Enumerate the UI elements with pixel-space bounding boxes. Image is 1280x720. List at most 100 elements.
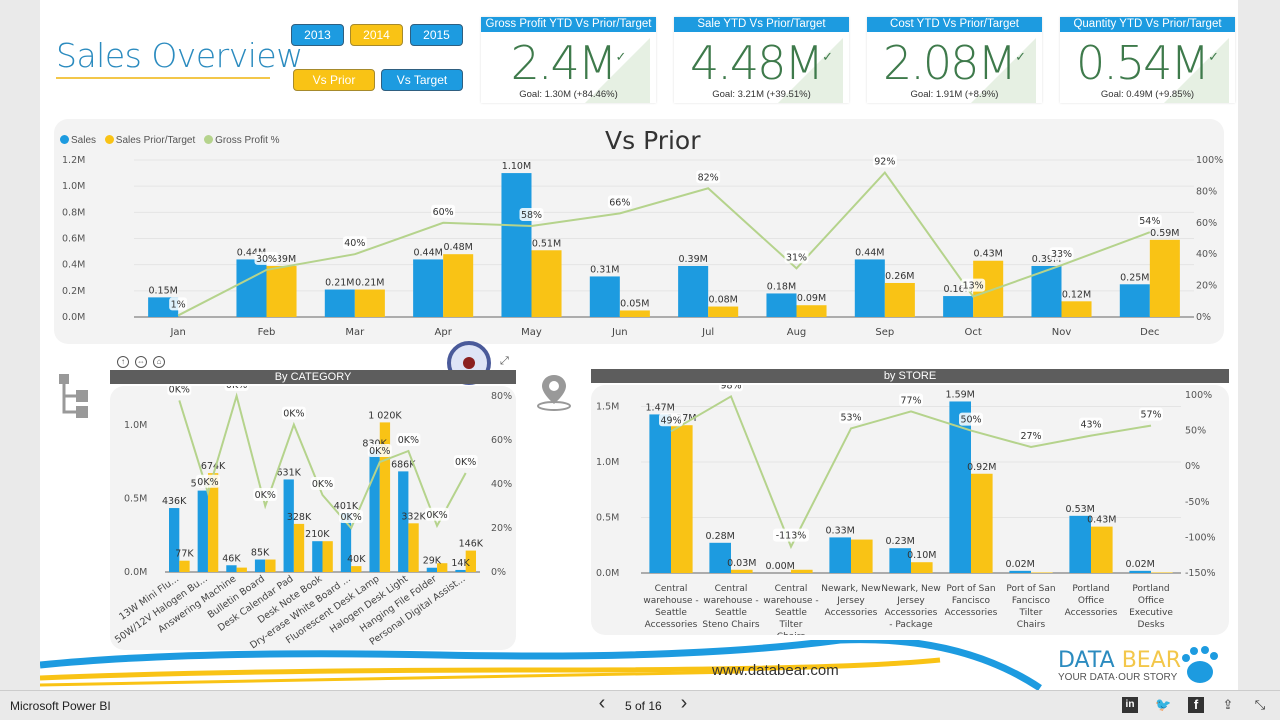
bar-sales bbox=[369, 450, 380, 572]
y2-tick-label: 50% bbox=[1185, 426, 1206, 437]
exit-fullscreen-icon[interactable]: ⤡ bbox=[1252, 697, 1268, 713]
x-tick-label: warehouse - bbox=[643, 596, 698, 606]
x-tick-label: warehouse - bbox=[703, 596, 758, 606]
data-label-prior: 0.12M bbox=[1062, 289, 1091, 300]
vs-target-button[interactable]: Vs Target bbox=[381, 69, 463, 91]
data-label-prior: 0.48M bbox=[444, 242, 473, 253]
x-tick-label: Accessories bbox=[825, 608, 878, 618]
bar-sales bbox=[455, 569, 466, 572]
next-page-button[interactable]: › bbox=[676, 693, 692, 713]
check-icon: ✓ bbox=[615, 50, 627, 65]
check-icon: ✓ bbox=[1015, 50, 1027, 65]
monthly-sales-chart[interactable]: 0.0M 0.2M 0.4M 0.6M 0.8M 1.0M 1.2M 0% 20% 40% 60% 8… bbox=[54, 150, 1238, 345]
x-tick-label: Newark, New bbox=[821, 584, 880, 594]
data-label-sales: 85K bbox=[251, 548, 270, 559]
line-data-label: 0K% bbox=[312, 479, 333, 490]
store-chart[interactable]: 0.0M 0.5M 1.0M 1.5M -150% -100% -50% 0% 50% 100% 1… bbox=[591, 385, 1231, 635]
year-2013-button[interactable]: 2013 bbox=[291, 24, 344, 46]
bar-sales bbox=[829, 537, 851, 573]
line-data-label: 66% bbox=[609, 197, 630, 208]
x-tick-label: Steno Chairs bbox=[702, 620, 760, 630]
logo-tagline: YOUR DATA·OUR STORY bbox=[1058, 672, 1178, 683]
kpi-value: 2.08M bbox=[882, 36, 1017, 90]
kpi-card-gross-profit[interactable]: Gross Profit YTD Vs Prior/Target 2.4M✓ G… bbox=[481, 17, 656, 103]
line-data-label: 0K% bbox=[369, 446, 390, 457]
kpi-value-wrap: 2.08M✓ bbox=[867, 36, 1042, 90]
x-tick-label: Fancisco bbox=[1012, 596, 1051, 606]
data-label-sales: 0.15M bbox=[148, 285, 177, 296]
data-label-sales: 14K bbox=[451, 558, 470, 569]
kpi-card-sales[interactable]: Sale YTD Vs Prior/Target 4.48M✓ Goal: 3.… bbox=[674, 17, 849, 103]
data-label-prior: 0.26M bbox=[885, 271, 914, 282]
legend-prior[interactable]: Sales Prior/Target bbox=[104, 135, 195, 146]
kpi-title: Quantity YTD Vs Prior/Target bbox=[1060, 17, 1235, 32]
data-label-prior: 0.43M bbox=[1087, 515, 1116, 526]
facebook-icon[interactable]: f bbox=[1188, 697, 1204, 713]
expand-all-icon[interactable]: ⇔ bbox=[135, 356, 147, 368]
footer-url[interactable]: www.databear.com bbox=[712, 662, 839, 679]
line-data-label: -113% bbox=[776, 531, 807, 542]
line-data-label: 31% bbox=[786, 252, 807, 263]
drill-up-icon[interactable]: ↑ bbox=[117, 356, 129, 368]
focus-mode-icon[interactable]: ⤢ bbox=[500, 355, 509, 368]
y-tick-label: 0.6M bbox=[62, 234, 85, 245]
bar-prior bbox=[293, 523, 305, 572]
line-data-label: 82% bbox=[698, 172, 719, 183]
data-label-prior: 332K bbox=[401, 511, 426, 522]
data-label-sales: 210K bbox=[305, 529, 330, 540]
category-chart[interactable]: 0.0M0.5M1.0M0%20%40%60%80%436K77K13W Min… bbox=[110, 386, 530, 650]
bar-sales bbox=[854, 259, 885, 317]
bar-sales bbox=[226, 565, 237, 572]
hierarchy-icon bbox=[56, 372, 90, 420]
x-tick-label: Newark, New bbox=[881, 584, 940, 594]
kpi-goal: Goal: 3.21M (+39.51%) bbox=[712, 89, 811, 100]
legend-dot bbox=[60, 135, 69, 144]
legend-label: Sales bbox=[71, 135, 97, 146]
bar-prior bbox=[408, 523, 419, 572]
kpi-card-quantity[interactable]: Quantity YTD Vs Prior/Target 0.54M✓ Goal… bbox=[1060, 17, 1235, 103]
logo-text: DATA BEAR bbox=[1058, 648, 1181, 673]
share-icon[interactable]: ⇪ bbox=[1220, 697, 1236, 713]
legend-dot bbox=[204, 135, 214, 144]
legend-profit[interactable]: Gross Profit % bbox=[204, 135, 280, 146]
legend-sales[interactable]: Sales bbox=[60, 135, 96, 146]
kpi-card-cost[interactable]: Cost YTD Vs Prior/Target 2.08M✓ Goal: 1.… bbox=[867, 17, 1042, 103]
bar-prior bbox=[322, 541, 333, 572]
linkedin-icon[interactable]: in bbox=[1122, 697, 1138, 713]
x-tick-label: Seattle bbox=[775, 608, 807, 618]
kpi-value-wrap: 2.4M✓ bbox=[481, 36, 656, 90]
x-tick-label: Central bbox=[775, 584, 808, 594]
drill-mode-button[interactable] bbox=[463, 357, 475, 369]
prev-page-button[interactable]: ‹ bbox=[594, 693, 610, 713]
y-tick-label: 0.5M bbox=[124, 494, 147, 505]
logo-data: DATA bbox=[1058, 648, 1115, 673]
y2-tick-label: 100% bbox=[1185, 390, 1212, 401]
data-label-sales: 0.28M bbox=[706, 531, 735, 542]
kpi-value: 4.48M bbox=[689, 36, 824, 90]
line-data-label: 60% bbox=[433, 207, 454, 218]
bar-prior bbox=[851, 539, 873, 573]
bar-prior bbox=[708, 306, 739, 317]
kpi-value-wrap: 0.54M✓ bbox=[1060, 36, 1235, 90]
x-tick-label: Feb bbox=[258, 327, 276, 338]
bar-prior bbox=[1149, 239, 1180, 317]
x-tick-label: Fancisco bbox=[952, 596, 991, 606]
line-data-label: 13% bbox=[963, 281, 984, 292]
year-2014-button[interactable]: 2014 bbox=[350, 24, 403, 46]
year-2015-button[interactable]: 2015 bbox=[410, 24, 463, 46]
line-data-label: 77% bbox=[900, 395, 921, 406]
twitter-icon[interactable]: 🐦 bbox=[1155, 697, 1171, 713]
y-tick-label: 1.5M bbox=[596, 402, 619, 413]
vs-prior-button[interactable]: Vs Prior bbox=[293, 69, 375, 91]
data-label-prior: 0.05M bbox=[620, 298, 649, 309]
data-label-sales: 1.47M bbox=[646, 402, 675, 413]
kpi-title: Cost YTD Vs Prior/Target bbox=[867, 17, 1042, 32]
bar-prior bbox=[884, 282, 915, 317]
drill-down-icon[interactable]: ⌂ bbox=[153, 356, 165, 368]
bar-prior bbox=[1091, 526, 1113, 573]
bar-sales bbox=[501, 173, 532, 317]
bar-prior bbox=[354, 289, 385, 317]
y2-tick-label: 80% bbox=[1196, 186, 1217, 197]
y-tick-label: 1.0M bbox=[62, 181, 85, 192]
data-label-prior: 0.92M bbox=[967, 462, 996, 473]
